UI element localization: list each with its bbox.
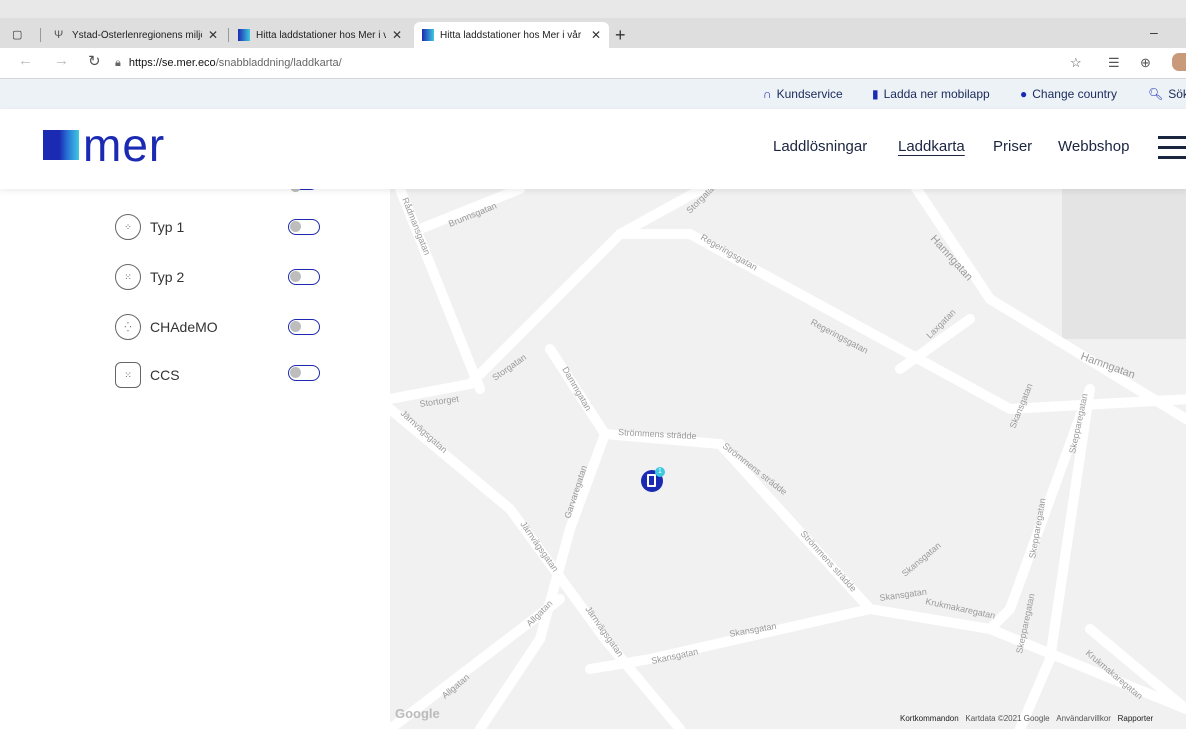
toggle-chademo[interactable]	[288, 319, 320, 335]
charger-icon	[647, 474, 656, 487]
street-label: Strömmens strädde	[799, 529, 859, 594]
nav-laddlosningar[interactable]: Laddlösningar	[773, 138, 867, 155]
map-streets: Brunnsgatan Rådmansgatan Storgatan Reger…	[390, 189, 1186, 729]
search-link[interactable]: 🔍︎ Sök	[1148, 87, 1186, 101]
forward-icon[interactable]: →	[54, 52, 69, 69]
globe-icon: ●	[1020, 87, 1028, 101]
marker-count-badge: 1	[655, 467, 665, 477]
new-tab-icon[interactable]: +	[615, 25, 626, 46]
tab-separator	[40, 28, 41, 42]
tab-title: Ystad-Österlenregionens miljöfö	[72, 29, 202, 41]
street-label: Järnvägsgatan	[518, 519, 560, 573]
back-icon[interactable]: ←	[18, 52, 33, 69]
connector-row-ccs: ⁙ CCS	[115, 360, 180, 390]
nav-webbshop[interactable]: Webbshop	[1058, 138, 1129, 155]
refresh-icon[interactable]: ↻	[88, 52, 101, 70]
road-brunnsgatan	[415, 189, 525, 234]
search-icon: 🔍︎	[1148, 87, 1164, 101]
url-host: https://se.mer.eco	[128, 57, 216, 69]
utility-bar	[0, 79, 1186, 109]
filter-sidebar	[0, 189, 390, 751]
tab-ystad[interactable]: Ψ Ystad-Österlenregionens miljöfö ✕	[46, 22, 226, 48]
tab-title: Hitta laddstationer hos Mer i vår	[256, 29, 386, 41]
road-jarnvagsgatan	[390, 404, 685, 729]
favorite-add-icon[interactable]: ☆	[1070, 55, 1082, 71]
close-icon[interactable]: ✕	[591, 28, 601, 42]
url-path: /snabbladdning/laddkarta/	[215, 57, 342, 69]
kundservice-label: Kundservice	[776, 87, 843, 101]
connector-row-chademo: ⁛ CHAdeMO	[115, 314, 218, 340]
connector-label: CCS	[150, 367, 180, 383]
menu-icon[interactable]	[1158, 136, 1186, 162]
kundservice-link[interactable]: ∩ Kundservice	[763, 87, 843, 101]
map-canvas[interactable]: Brunnsgatan Rådmansgatan Storgatan Reger…	[390, 189, 1186, 729]
os-title-strip	[0, 0, 1186, 18]
mobilapp-label: Ladda ner mobilapp	[883, 87, 990, 101]
connector-row-typ1: ⁘ Typ 1	[115, 214, 184, 240]
chademo-plug-icon: ⁛	[115, 314, 141, 340]
toggle-typ1[interactable]	[288, 219, 320, 235]
change-country-label: Change country	[1032, 87, 1117, 101]
logo-text: mer	[83, 119, 166, 171]
street-label: Järnvägsgatan	[583, 604, 625, 658]
nav-priser[interactable]: Priser	[993, 138, 1032, 155]
google-logo: Google	[395, 706, 440, 721]
collections-icon[interactable]: ⊕	[1140, 55, 1151, 71]
logo-mark-icon	[43, 130, 79, 160]
charging-station-marker[interactable]: 1	[641, 467, 665, 492]
connector-label: CHAdeMO	[150, 319, 218, 335]
terms-link[interactable]: Användarvillkor	[1056, 714, 1111, 723]
change-country-link[interactable]: ● Change country	[1020, 87, 1117, 101]
map-footer: Kortkommandon Kartdata ©2021 Google Anvä…	[900, 714, 1153, 723]
mapdata-text: Kartdata ©2021 Google	[965, 714, 1050, 723]
search-label: Sök	[1168, 87, 1186, 101]
ccs-plug-icon: ⁙	[115, 362, 141, 388]
report-link[interactable]: Rapporter	[1118, 714, 1154, 723]
tab-actions-icon[interactable]: ▢	[12, 28, 22, 41]
street-label: Järnvägsgatan	[399, 408, 450, 455]
antenna-icon: Ψ	[54, 29, 64, 41]
close-icon[interactable]: ✕	[208, 28, 218, 42]
nav-laddkarta[interactable]: Laddkarta	[898, 138, 965, 155]
toggle-ccs[interactable]	[288, 365, 320, 381]
url-field[interactable]: 🔒︎ https://se.mer.eco/snabbladdning/ladd…	[115, 53, 1055, 73]
favorites-icon[interactable]: ☰	[1108, 55, 1120, 71]
lock-icon: 🔒︎	[115, 56, 121, 69]
street-label: Regeringsgatan	[699, 232, 759, 272]
type2-plug-icon: ⁙	[115, 264, 141, 290]
avatar[interactable]	[1172, 53, 1186, 71]
close-icon[interactable]: ✕	[392, 28, 402, 42]
tab-mer-1[interactable]: Hitta laddstationer hos Mer i vår ✕	[230, 22, 410, 48]
connector-row-typ2: ⁙ Typ 2	[115, 264, 184, 290]
street-label: Dammgatan	[560, 365, 593, 412]
street-label: Skansgatan	[900, 540, 943, 578]
minimize-icon[interactable]: –	[1150, 24, 1158, 40]
type1-plug-icon: ⁘	[115, 214, 141, 240]
shortcuts-link[interactable]: Kortkommandon	[900, 714, 959, 723]
phone-icon: ▮	[872, 87, 879, 101]
tab-separator	[228, 28, 229, 42]
street-label: Skansgatan	[879, 586, 927, 603]
mobilapp-link[interactable]: ▮ Ladda ner mobilapp	[872, 87, 990, 101]
mer-logo-icon	[238, 29, 250, 41]
connector-label: Typ 2	[150, 269, 185, 285]
headset-icon: ∩	[763, 87, 772, 101]
mer-logo-icon	[422, 29, 434, 41]
tab-mer-active[interactable]: Hitta laddstationer hos Mer i vår ✕	[414, 22, 609, 48]
connector-label: Typ 1	[150, 219, 185, 235]
mer-logo[interactable]: mer	[43, 119, 166, 171]
tab-title: Hitta laddstationer hos Mer i vår	[440, 29, 582, 41]
map-block	[1062, 189, 1186, 339]
toggle-typ2[interactable]	[288, 269, 320, 285]
